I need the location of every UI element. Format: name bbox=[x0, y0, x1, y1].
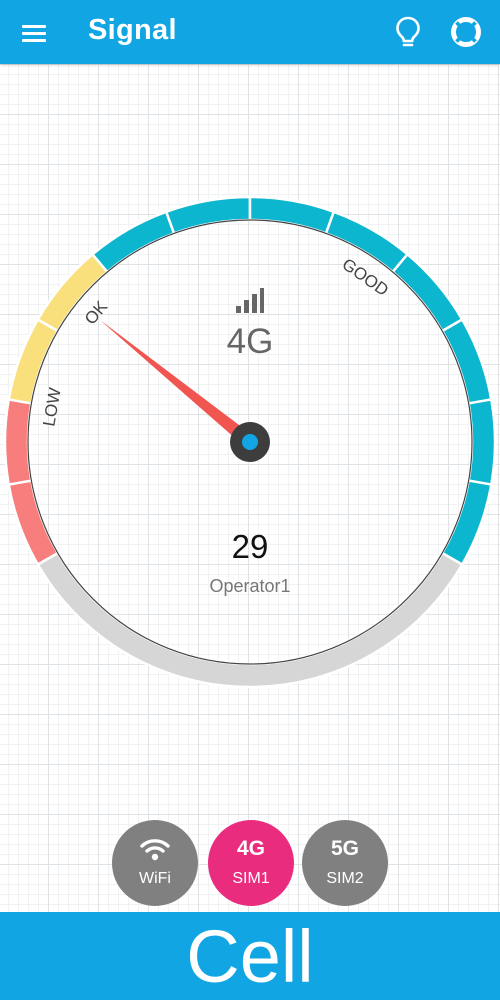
gauge-segment bbox=[248, 195, 336, 235]
signal-bars-icon bbox=[234, 288, 264, 314]
sim2-network-label: 5G bbox=[330, 837, 359, 860]
operator-name: Operator1 bbox=[209, 576, 291, 596]
mode-label: Cell bbox=[186, 915, 314, 998]
gauge-segment bbox=[324, 210, 409, 274]
signal-value: 29 bbox=[231, 528, 269, 565]
gauge-hub-center bbox=[242, 434, 258, 450]
page-title: Signal bbox=[88, 14, 177, 46]
menu-button[interactable] bbox=[20, 18, 50, 48]
wifi-icon bbox=[140, 839, 170, 861]
gauge-segment bbox=[91, 210, 176, 274]
mode-bar[interactable]: Cell bbox=[0, 912, 500, 1000]
app-bar: Signal bbox=[0, 0, 500, 64]
signal-gauge: LOWOKGOOD bbox=[3, 195, 497, 689]
gauge-segment bbox=[391, 253, 464, 333]
lifebuoy-icon bbox=[451, 17, 481, 47]
sim2-button[interactable]: 5G SIM2 bbox=[302, 820, 388, 906]
gauge-segment bbox=[7, 479, 59, 566]
help-button[interactable] bbox=[449, 15, 483, 49]
gauge-segment bbox=[164, 195, 252, 235]
sim2-label: SIM2 bbox=[326, 870, 364, 887]
gauge-segment bbox=[441, 318, 493, 405]
sim1-label: SIM1 bbox=[232, 870, 270, 887]
gauge-segment bbox=[441, 479, 493, 566]
wifi-button[interactable]: WiFi bbox=[112, 820, 198, 906]
zone-label-low: LOW bbox=[39, 386, 64, 427]
sim1-network-label: 4G bbox=[236, 837, 265, 860]
zone-label-ok: OK bbox=[81, 297, 112, 329]
network-type-label: 4G bbox=[226, 322, 274, 361]
wifi-label: WiFi bbox=[139, 870, 171, 887]
sim1-button[interactable]: 4G SIM1 bbox=[208, 820, 294, 906]
lightbulb-icon bbox=[396, 16, 420, 47]
tips-button[interactable] bbox=[392, 15, 424, 49]
